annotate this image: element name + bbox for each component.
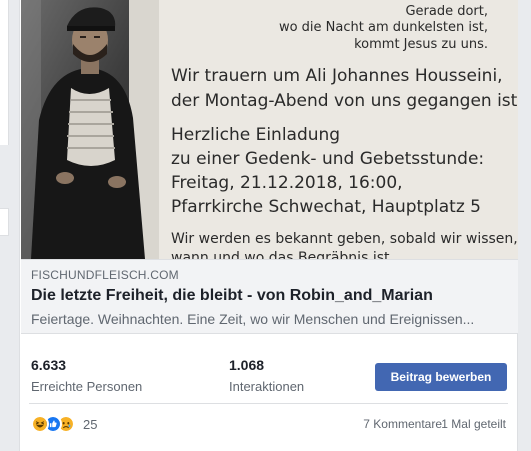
left-card-edge-lower xyxy=(0,208,9,236)
link-preview-image[interactable]: Gerade dort, wo die Nacht am dunkelsten … xyxy=(21,0,518,259)
reach-stat[interactable]: 6.633 Erreichte Personen xyxy=(31,357,142,394)
reactions-bar: 25 7 Kommentare 1 Mal geteilt xyxy=(21,404,518,444)
flyer-invite-line: Pfarrkirche Schwechat, Hauptplatz 5 xyxy=(171,197,481,217)
engagement-label: Interaktionen xyxy=(229,379,305,394)
haha-icon xyxy=(31,415,49,433)
flyer-invite-line: zu einer Gedenk- und Gebetsstunde: xyxy=(171,149,485,169)
engagement-stat[interactable]: 1.068 Interaktionen xyxy=(229,357,304,394)
flyer-invite-line: Herzliche Einladung xyxy=(171,125,341,145)
flyer-verse: wo die Nacht am dunkelsten ist, xyxy=(278,20,488,35)
reaction-count[interactable]: 25 xyxy=(83,417,97,432)
flyer-mourning-line: der Montag-Abend von uns gegangen ist. xyxy=(171,91,518,111)
post-card: Gerade dort, wo die Nacht am dunkelsten … xyxy=(19,0,518,451)
flyer-invite-line: Freitag, 21.12.2018, 16:00, xyxy=(171,173,403,193)
flyer-mourning-line: Wir trauern um Ali Johannes Housseini, xyxy=(171,66,503,86)
flyer-text: Gerade dort, wo die Nacht am dunkelsten … xyxy=(21,0,518,259)
boost-post-button[interactable]: Beitrag bewerben xyxy=(375,363,507,391)
link-preview[interactable]: FISCHUNDFLEISCH.COM Die letzte Freiheit,… xyxy=(21,259,518,334)
link-description: Feiertage. Weihnachten. Eine Zeit, wo wi… xyxy=(31,311,475,327)
shares-count-link[interactable]: 1 Mal geteilt xyxy=(441,417,506,431)
comments-count-link[interactable]: 7 Kommentare xyxy=(363,417,442,431)
link-title[interactable]: Die letzte Freiheit, die bleibt - von Ro… xyxy=(31,287,433,305)
flyer-verse: kommt Jesus zu uns. xyxy=(354,37,488,52)
flyer-note-line: wann und wo das Begräbnis ist xyxy=(171,250,390,259)
reach-value: 6.633 xyxy=(31,357,67,373)
left-page-strip xyxy=(0,0,9,451)
flyer-note-line: Wir werden es bekannt geben, sobald wir … xyxy=(171,231,518,247)
reach-label: Erreichte Personen xyxy=(31,379,143,394)
post-insights: 6.633 Erreichte Personen 1.068 Interakti… xyxy=(21,345,518,403)
engagement-value: 1.068 xyxy=(229,357,265,373)
left-card-edge xyxy=(0,0,9,145)
flyer-verse: Gerade dort, xyxy=(405,4,488,19)
link-domain: FISCHUNDFLEISCH.COM xyxy=(31,268,179,282)
